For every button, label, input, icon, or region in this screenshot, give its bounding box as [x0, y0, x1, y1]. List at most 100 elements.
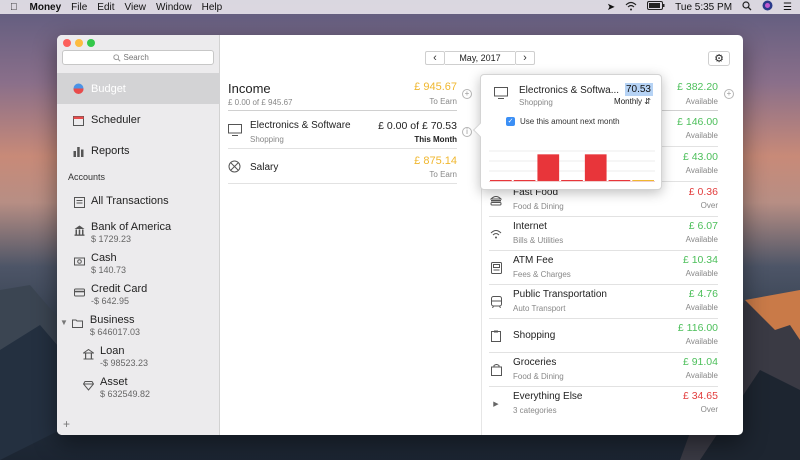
account-bank-of-america[interactable]: Bank of America $ 1729.23 — [72, 221, 171, 245]
row-amount: £ 146.00 — [677, 116, 718, 128]
spotlight-search-icon[interactable] — [742, 0, 752, 14]
notification-center-icon[interactable]: ☰ — [783, 2, 792, 13]
add-expense-icon[interactable]: + — [724, 89, 734, 99]
account-balance: $ 646017.03 — [89, 327, 140, 337]
income-row-electronics[interactable]: Electronics & Software Shopping £ 0.00 o… — [228, 113, 457, 149]
menu-view[interactable]: View — [125, 2, 147, 13]
account-asset[interactable]: Asset $ 632549.82 — [81, 376, 150, 400]
row-status: Available — [685, 166, 718, 175]
month-label[interactable]: May, 2017 — [445, 51, 515, 65]
info-icon[interactable]: i — [462, 127, 472, 137]
expense-row-internet[interactable]: Internet Bills & Utilities £ 6.07 Availa… — [489, 217, 718, 251]
search-icon — [112, 53, 121, 62]
row-subtitle: Bills & Utilities — [513, 236, 564, 245]
budget-icon — [71, 82, 85, 96]
row-title: Shopping — [513, 330, 556, 341]
account-balance: $ 140.73 — [91, 265, 127, 275]
apple-menu-icon[interactable]:  — [10, 2, 18, 13]
income-amount: £ 945.67 — [414, 81, 457, 93]
sidebar-item-label: Budget — [91, 82, 126, 95]
sidebar-item-scheduler[interactable]: Scheduler — [57, 109, 220, 131]
close-window-button[interactable] — [63, 39, 71, 47]
account-balance: $ 632549.82 — [100, 389, 151, 399]
menu-file[interactable]: File — [71, 2, 87, 13]
settings-gear-button[interactable]: ⚙ — [708, 51, 730, 66]
row-status: Over — [700, 201, 718, 210]
row-amount: £ 6.07 — [688, 220, 718, 232]
search-input[interactable] — [123, 53, 164, 62]
row-title: Public Transportation — [513, 289, 607, 300]
expense-row-groceries[interactable]: Groceries Food & Dining £ 91.04 Availabl… — [489, 353, 718, 387]
gear-icon: ⚙ — [714, 53, 724, 65]
row-title: Electronics & Software — [250, 120, 351, 131]
month-navigator: ‹ May, 2017 › — [425, 51, 535, 65]
wifi-icon — [489, 227, 503, 241]
sidebar-item-reports[interactable]: Reports — [57, 140, 220, 162]
row-status: Available — [685, 97, 718, 106]
fast-food-icon — [489, 193, 503, 207]
account-group-business[interactable]: ▼ Business $ 646017.03 — [60, 314, 140, 338]
income-status: To Earn — [429, 97, 457, 106]
location-icon[interactable]: ➤ — [607, 2, 615, 13]
battery-icon[interactable] — [647, 1, 665, 13]
row-status: Available — [685, 131, 718, 140]
row-amount: £ 382.20 — [677, 81, 718, 93]
menu-window[interactable]: Window — [156, 2, 192, 13]
monitor-icon — [494, 87, 508, 101]
account-credit-card[interactable]: Credit Card -$ 642.95 — [72, 283, 147, 307]
row-status: Available — [685, 337, 718, 346]
expense-row-public-transportation[interactable]: Public Transportation Auto Transport £ 4… — [489, 285, 718, 319]
chart-bar — [513, 180, 536, 181]
account-balance: -$ 98523.23 — [100, 358, 149, 368]
popover-title: Electronics & Softwa... — [519, 85, 620, 96]
row-title: Groceries — [513, 357, 557, 368]
menu-edit[interactable]: Edit — [97, 2, 114, 13]
chart-bar — [561, 180, 583, 181]
expense-row-atm-fee[interactable]: ATM Fee Fees & Charges £ 10.34 Available — [489, 251, 718, 285]
row-title: Salary — [250, 162, 279, 173]
income-row-salary[interactable]: Salary £ 875.14 To Earn — [228, 150, 457, 184]
disclosure-triangle-icon[interactable]: ▶ — [489, 397, 503, 411]
period-select[interactable]: Monthly ⇵ — [614, 97, 651, 106]
expense-row-everything-else[interactable]: ▶ Everything Else 3 categories £ 34.65 O… — [489, 387, 718, 421]
transactions-icon — [72, 195, 86, 209]
menubar-clock[interactable]: Tue 5:35 PM — [675, 2, 732, 13]
next-month-checkbox[interactable]: ✓ — [506, 117, 515, 126]
add-account-button[interactable]: + — [63, 417, 70, 431]
clipboard-icon — [489, 329, 503, 343]
budget-popover: Electronics & Softwa... Shopping 70.53 M… — [472, 74, 662, 190]
sidebar-item-budget[interactable]: Budget — [57, 73, 220, 104]
previous-month-button[interactable]: ‹ — [425, 51, 445, 65]
wifi-status-icon[interactable] — [625, 1, 637, 14]
minimize-window-button[interactable] — [75, 39, 83, 47]
row-subtitle: Food & Dining — [513, 372, 564, 381]
account-balance: $ 1729.23 — [91, 234, 132, 244]
row-amount: £ 10.34 — [682, 254, 718, 266]
account-loan[interactable]: Loan -$ 98523.23 — [81, 345, 148, 369]
next-month-button[interactable]: › — [515, 51, 535, 65]
search-field[interactable] — [62, 50, 214, 65]
account-name: Credit Card — [91, 283, 148, 295]
expense-row-shopping[interactable]: Shopping £ 116.00 Available — [489, 319, 718, 353]
siri-icon[interactable] — [762, 0, 773, 14]
disclosure-triangle-icon[interactable]: ▼ — [60, 318, 68, 327]
income-header[interactable]: Income £ 0.00 of £ 945.67 £ 945.67 To Ea… — [228, 75, 457, 111]
row-status: Available — [685, 235, 718, 244]
row-status: This Month — [414, 135, 457, 144]
accounts-section-label: Accounts — [68, 172, 106, 182]
budget-amount-input[interactable]: 70.53 — [625, 83, 653, 96]
row-subtitle: Food & Dining — [513, 202, 564, 211]
account-cash[interactable]: Cash $ 140.73 — [72, 252, 126, 276]
account-name: Asset — [100, 376, 128, 388]
row-status: Available — [685, 269, 718, 278]
add-income-icon[interactable]: + — [462, 89, 472, 99]
window-controls — [63, 39, 95, 47]
account-balance: -$ 642.95 — [91, 296, 130, 306]
sidebar-item-all-transactions[interactable]: All Transactions — [72, 193, 169, 209]
zoom-window-button[interactable] — [87, 39, 95, 47]
account-name: All Transactions — [91, 195, 169, 207]
checkbox-label: Use this amount next month — [520, 117, 620, 126]
menu-help[interactable]: Help — [202, 2, 223, 13]
bank-icon — [72, 223, 86, 237]
menu-app-name[interactable]: Money — [30, 2, 62, 13]
